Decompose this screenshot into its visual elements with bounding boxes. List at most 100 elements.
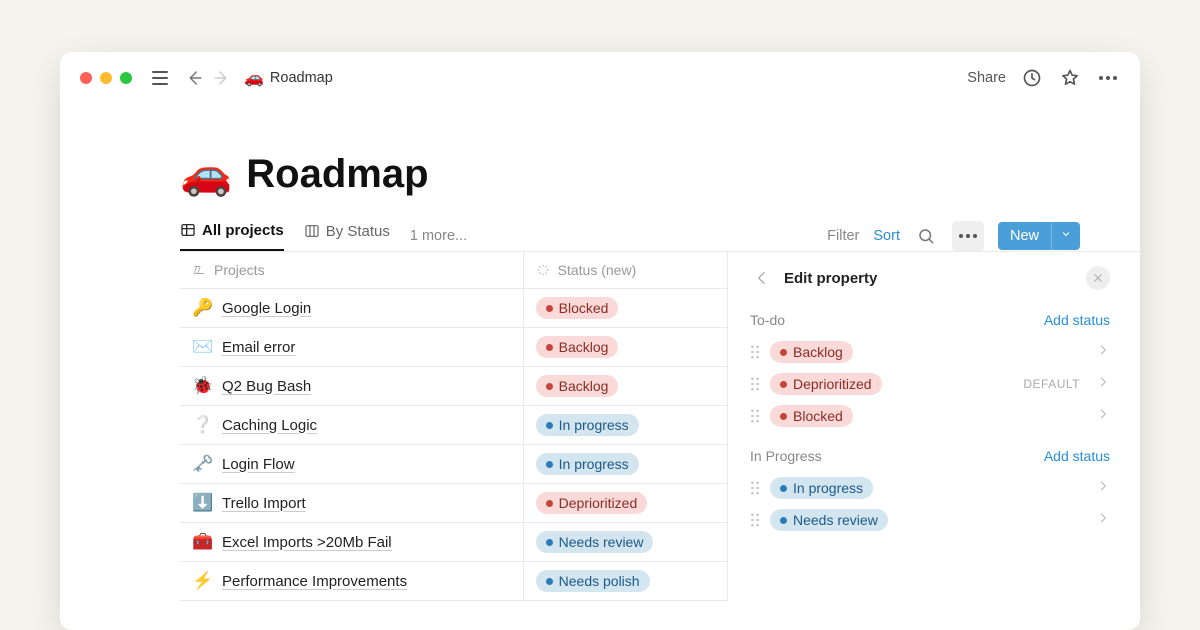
table-row[interactable]: ❔ Caching Logic In progress bbox=[180, 406, 727, 445]
status-label: In progress bbox=[559, 456, 629, 472]
status-label: Backlog bbox=[559, 339, 609, 355]
add-status-button[interactable]: Add status bbox=[1044, 312, 1110, 328]
status-option[interactable]: Needs review bbox=[750, 504, 1110, 536]
project-cell[interactable]: ❔ Caching Logic bbox=[180, 406, 523, 445]
project-cell[interactable]: 🧰 Excel Imports >20Mb Fail bbox=[180, 523, 523, 562]
views-more[interactable]: 1 more... bbox=[410, 228, 467, 244]
minimize-window[interactable] bbox=[100, 72, 112, 84]
filter-button[interactable]: Filter bbox=[827, 228, 859, 244]
drag-handle-icon[interactable] bbox=[750, 512, 760, 528]
status-option[interactable]: Blocked bbox=[750, 400, 1110, 432]
tab-all-projects[interactable]: All projects bbox=[180, 222, 284, 251]
drag-handle-icon[interactable] bbox=[750, 408, 760, 424]
chevron-right-icon[interactable] bbox=[1096, 479, 1110, 498]
forward-button[interactable] bbox=[210, 66, 234, 90]
project-cell[interactable]: ✉️ Email error bbox=[180, 328, 523, 367]
chevron-right-icon[interactable] bbox=[1096, 375, 1110, 394]
status-label: Needs polish bbox=[559, 573, 640, 589]
tab-by-status[interactable]: By Status bbox=[304, 223, 390, 250]
project-cell[interactable]: 🔑 Google Login bbox=[180, 289, 523, 328]
table-row[interactable]: 🐞 Q2 Bug Bash Backlog bbox=[180, 367, 727, 406]
column-header-projects[interactable]: Projects bbox=[180, 252, 523, 289]
project-icon: ❔ bbox=[192, 415, 212, 435]
table-row[interactable]: ✉️ Email error Backlog bbox=[180, 328, 727, 367]
search-icon[interactable] bbox=[914, 224, 938, 248]
status-pill: Deprioritized bbox=[770, 373, 882, 395]
status-label: In progress bbox=[559, 417, 629, 433]
menu-icon[interactable] bbox=[148, 66, 172, 90]
chevron-right-icon[interactable] bbox=[1096, 343, 1110, 362]
project-name: Performance Improvements bbox=[222, 573, 407, 590]
status-option[interactable]: Backlog bbox=[750, 336, 1110, 368]
add-status-button[interactable]: Add status bbox=[1044, 448, 1110, 464]
close-window[interactable] bbox=[80, 72, 92, 84]
table-row[interactable]: 🧰 Excel Imports >20Mb Fail Needs review bbox=[180, 523, 727, 562]
titlebar-right: Share bbox=[967, 66, 1120, 90]
status-pill: Needs review bbox=[536, 531, 654, 553]
table-row[interactable]: ⚡ Performance Improvements Needs polish bbox=[180, 562, 727, 601]
project-name: Email error bbox=[222, 339, 295, 356]
status-cell[interactable]: In progress bbox=[523, 406, 727, 445]
view-tabs: All projects By Status 1 more... bbox=[180, 222, 467, 251]
more-icon[interactable] bbox=[1096, 66, 1120, 90]
table-row[interactable]: ⬇️ Trello Import Deprioritized bbox=[180, 484, 727, 523]
board-icon bbox=[304, 223, 320, 239]
project-cell[interactable]: 🗝️ Login Flow bbox=[180, 445, 523, 484]
status-group: In Progress Add status In progress Needs… bbox=[750, 440, 1110, 544]
sort-button[interactable]: Sort bbox=[873, 228, 900, 244]
status-cell[interactable]: In progress bbox=[523, 445, 727, 484]
breadcrumb[interactable]: 🚗 Roadmap bbox=[244, 68, 333, 88]
clock-icon[interactable] bbox=[1020, 66, 1044, 90]
status-pill: Backlog bbox=[536, 375, 619, 397]
breadcrumb-title: Roadmap bbox=[270, 70, 333, 86]
status-pill: In progress bbox=[770, 477, 873, 499]
back-button[interactable] bbox=[182, 66, 206, 90]
project-name: Q2 Bug Bash bbox=[222, 378, 311, 395]
status-pill: In progress bbox=[536, 414, 639, 436]
chevron-right-icon[interactable] bbox=[1096, 511, 1110, 530]
share-button[interactable]: Share bbox=[967, 70, 1006, 86]
status-cell[interactable]: Needs review bbox=[523, 523, 727, 562]
status-cell[interactable]: Blocked bbox=[523, 289, 727, 328]
drag-handle-icon[interactable] bbox=[750, 480, 760, 496]
project-icon: 🧰 bbox=[192, 532, 212, 552]
status-group: To-do Add status Backlog Deprioritized D… bbox=[750, 304, 1110, 440]
status-label: Needs review bbox=[793, 512, 878, 528]
panel-back-icon[interactable] bbox=[750, 266, 774, 290]
new-button-chevron[interactable] bbox=[1051, 222, 1080, 250]
table-row[interactable]: 🗝️ Login Flow In progress bbox=[180, 445, 727, 484]
project-cell[interactable]: ⬇️ Trello Import bbox=[180, 484, 523, 523]
page-icon[interactable]: 🚗 bbox=[180, 150, 232, 199]
column-header-status[interactable]: Status (new) bbox=[523, 252, 727, 289]
text-icon bbox=[192, 263, 206, 277]
tab-label: All projects bbox=[202, 222, 284, 239]
view-options-icon[interactable] bbox=[952, 221, 984, 251]
group-name: To-do bbox=[750, 312, 785, 328]
new-button[interactable]: New bbox=[998, 222, 1080, 250]
status-label: Backlog bbox=[793, 344, 843, 360]
chevron-right-icon[interactable] bbox=[1096, 407, 1110, 426]
status-cell[interactable]: Deprioritized bbox=[523, 484, 727, 523]
project-name: Trello Import bbox=[222, 495, 306, 512]
status-pill: Blocked bbox=[536, 297, 619, 319]
maximize-window[interactable] bbox=[120, 72, 132, 84]
panel-title: Edit property bbox=[784, 270, 877, 287]
status-cell[interactable]: Backlog bbox=[523, 367, 727, 406]
status-cell[interactable]: Needs polish bbox=[523, 562, 727, 601]
project-icon: 🔑 bbox=[192, 298, 212, 318]
project-cell[interactable]: 🐞 Q2 Bug Bash bbox=[180, 367, 523, 406]
table-row[interactable]: 🔑 Google Login Blocked bbox=[180, 289, 727, 328]
page-title-text[interactable]: Roadmap bbox=[246, 152, 428, 197]
column-label: Status (new) bbox=[558, 262, 637, 278]
status-label: In progress bbox=[793, 480, 863, 496]
project-cell[interactable]: ⚡ Performance Improvements bbox=[180, 562, 523, 601]
status-option[interactable]: In progress bbox=[750, 472, 1110, 504]
drag-handle-icon[interactable] bbox=[750, 376, 760, 392]
tab-label: By Status bbox=[326, 223, 390, 240]
drag-handle-icon[interactable] bbox=[750, 344, 760, 360]
panel-close-icon[interactable] bbox=[1086, 266, 1110, 290]
star-icon[interactable] bbox=[1058, 66, 1082, 90]
status-cell[interactable]: Backlog bbox=[523, 328, 727, 367]
default-badge: DEFAULT bbox=[1023, 377, 1080, 391]
status-option[interactable]: Deprioritized DEFAULT bbox=[750, 368, 1110, 400]
